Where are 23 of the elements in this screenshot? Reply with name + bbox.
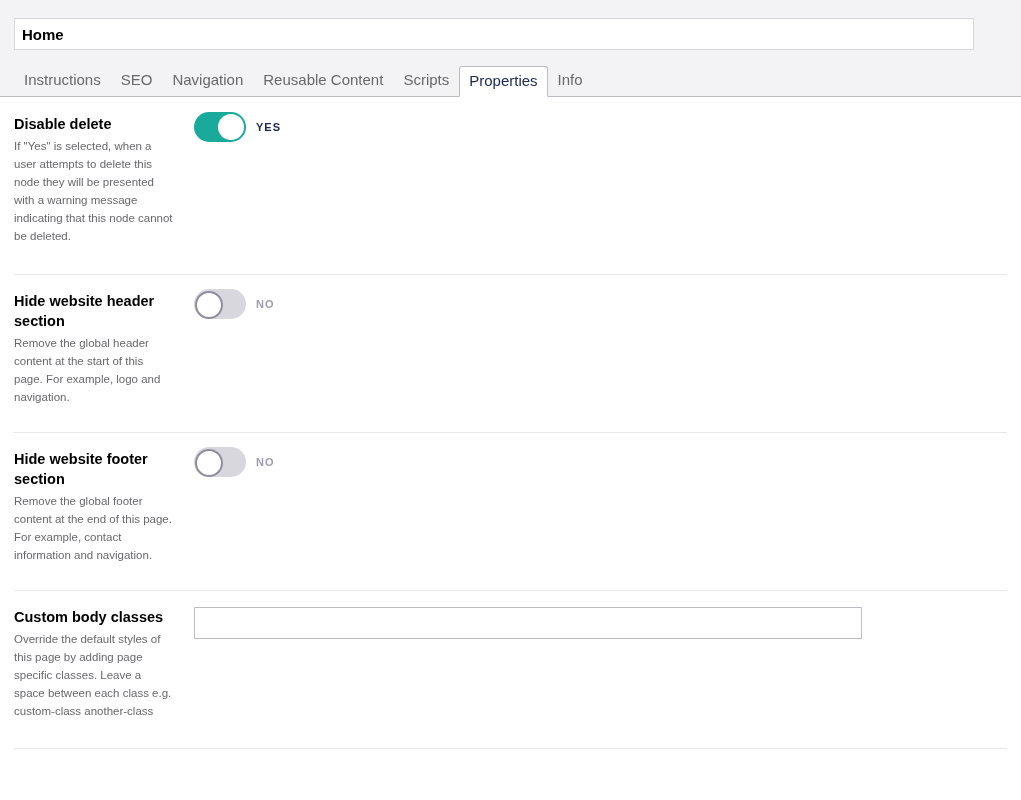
toggle-switch[interactable] (194, 112, 246, 142)
toggle-state-label: NO (256, 454, 275, 470)
text-input-field[interactable] (194, 607, 862, 639)
property-label: Hide website footer section (14, 450, 149, 489)
tab[interactable]: Info (547, 65, 593, 96)
tab[interactable]: SEO (110, 65, 163, 96)
property-label: Hide website header section (14, 292, 156, 331)
tab[interactable]: Instructions (14, 65, 111, 96)
toggle-state-label: YES (256, 119, 281, 135)
property-description: Remove the global footer content at the end of this page. For example, contact information and navigation. (14, 494, 173, 563)
property-description: Override the default styles of this page by adding page specific classes. Leave a space between each class e.g. custom-class another-class (14, 632, 173, 719)
name-field[interactable]: Home (14, 18, 974, 50)
tab[interactable]: Navigation (162, 65, 254, 96)
tab[interactable]: Reusable Content (253, 65, 394, 96)
tab[interactable]: Scripts (393, 65, 460, 96)
property-description: Remove the global header content at the start of this page. For example, logo and navigation. (14, 336, 162, 405)
property-description: If "Yes" is selected, when a user attempts to delete this node they will be presented with a warning message indicating that this node cannot be deleted. (14, 139, 174, 244)
tab[interactable]: Properties (459, 66, 548, 97)
property-label: Custom body classes (14, 608, 165, 627)
toggle-switch[interactable] (194, 289, 246, 319)
property-label: Disable delete (14, 115, 113, 134)
toggle-state-label: NO (256, 296, 275, 312)
toggle-switch[interactable] (194, 447, 246, 477)
